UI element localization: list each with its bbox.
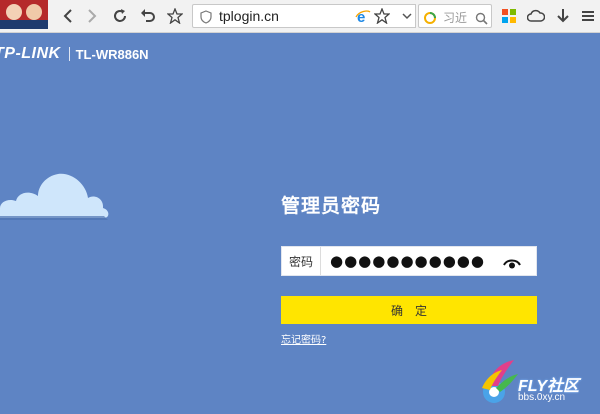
url-text: tplogin.cn [219,8,279,24]
router-model: TL-WR886N [75,46,149,62]
password-field[interactable]: 密码 ●●●●●●●●●●● [281,246,537,276]
star-icon[interactable] [163,4,187,28]
forgot-password-link[interactable]: 忘记密码? [281,331,326,346]
search-engine-icon[interactable] [423,10,437,29]
bookmark-star-icon[interactable] [373,7,391,28]
cloud-icon[interactable] [524,4,548,28]
confirm-button[interactable]: 确定 [281,296,537,324]
forward-icon[interactable] [80,4,104,28]
avatar[interactable] [0,0,48,29]
search-icon[interactable] [475,10,488,29]
eye-icon[interactable] [503,255,521,274]
menu-icon[interactable] [576,4,600,28]
back-icon[interactable] [56,4,80,28]
watermark-site: bbs.0xy.cn [518,392,566,403]
download-icon[interactable] [551,4,575,28]
shield-icon [200,9,212,28]
tp-link-logo: TP-LINK [0,45,61,62]
chevron-down-icon[interactable] [398,4,416,28]
password-input[interactable]: ●●●●●●●●●●● [330,252,485,270]
brand-divider [68,47,70,61]
password-label: 密码 [282,247,321,275]
search-box[interactable]: 习近 [418,4,492,28]
brand-header: TP-LINK TL-WR886N [0,44,149,64]
cloud-illustration [0,168,112,224]
browser-toolbar: tplogin.cn e 习近 [0,0,600,33]
watermark: FLY社区 bbs.0xy.cn [478,358,598,410]
ie-icon[interactable]: e [355,8,371,28]
watermark-logo-icon [482,360,518,403]
login-title: 管理员密码 [281,195,382,217]
undo-icon[interactable] [136,4,160,28]
search-input[interactable]: 习近 [443,9,467,26]
reload-icon[interactable] [108,4,132,28]
apps-icon[interactable] [497,4,521,28]
address-bar[interactable]: tplogin.cn e [192,4,416,28]
